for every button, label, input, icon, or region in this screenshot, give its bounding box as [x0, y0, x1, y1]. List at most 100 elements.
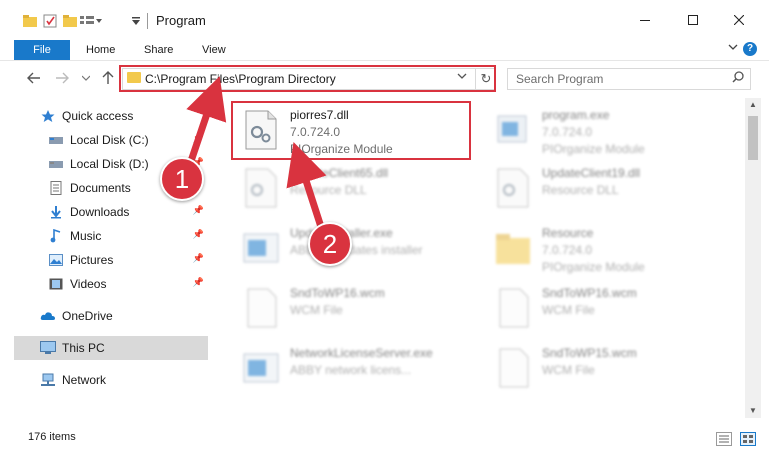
- dll-file-icon: [242, 168, 280, 208]
- pin-icon[interactable]: 📌: [193, 229, 204, 240]
- nav-downloads[interactable]: Downloads 📌: [48, 200, 208, 224]
- file-description: PIOrganize Module: [542, 260, 645, 274]
- close-button[interactable]: [724, 8, 754, 32]
- tab-share[interactable]: Share: [144, 40, 173, 60]
- nav-onedrive[interactable]: OneDrive: [40, 304, 208, 328]
- file-description: ABBY network licens...: [290, 363, 412, 377]
- drive-icon: [48, 156, 64, 172]
- exe-file-icon: [242, 348, 280, 388]
- nav-label: OneDrive: [62, 309, 113, 323]
- nav-music[interactable]: Music 📌: [48, 224, 208, 248]
- status-bar: 176 items: [0, 427, 769, 449]
- nav-quick-access[interactable]: Quick access: [40, 104, 208, 128]
- details-view-icon[interactable]: [716, 432, 732, 446]
- nav-label: Local Disk (C:): [70, 133, 149, 147]
- exe-file-icon: [494, 110, 532, 150]
- blank-file-icon: [494, 348, 532, 388]
- scroll-up-icon[interactable]: ▲: [745, 98, 761, 112]
- music-icon: [48, 228, 64, 244]
- nav-label: Pictures: [70, 253, 114, 267]
- file-tile-updateclient65[interactable]: UpdateClient65.dll Resource DLL: [232, 160, 472, 216]
- file-description: Resource DLL: [290, 183, 367, 197]
- minimize-button[interactable]: [630, 8, 660, 32]
- scroll-thumb[interactable]: [748, 116, 758, 160]
- search-placeholder[interactable]: Search Program: [516, 72, 603, 86]
- file-version: 7.0.724.0: [542, 125, 593, 139]
- pin-icon[interactable]: 📌: [193, 253, 204, 264]
- search-box[interactable]: Search Program: [507, 68, 751, 90]
- file-name: UpdateClient65.dll: [290, 166, 389, 180]
- expand-ribbon-icon[interactable]: [728, 42, 738, 55]
- pin-icon[interactable]: 📌: [193, 277, 204, 288]
- file-tile-sndtowp15[interactable]: SndToWP15.wcm WCM File: [484, 340, 724, 396]
- maximize-button[interactable]: [678, 8, 708, 32]
- help-icon[interactable]: ?: [743, 42, 757, 56]
- file-name: NetworkLicenseServer.exe: [290, 346, 433, 360]
- back-button[interactable]: [24, 69, 44, 87]
- nav-network[interactable]: Network: [40, 368, 208, 392]
- quick-access-dropdown-icon[interactable]: [128, 12, 144, 30]
- file-description: WCM File: [542, 303, 595, 317]
- computer-icon: [40, 340, 56, 356]
- tiles-view-icon[interactable]: [740, 432, 756, 446]
- step-badge-1: 1: [160, 157, 204, 201]
- tab-file[interactable]: File: [14, 40, 70, 60]
- nav-this-pc[interactable]: This PC: [14, 336, 208, 360]
- dll-file-icon: [494, 168, 532, 208]
- file-tile-sndtowp16-b[interactable]: SndToWP16.wcm WCM File: [484, 280, 724, 336]
- nav-label: Quick access: [62, 109, 134, 123]
- blank-file-icon: [494, 288, 532, 328]
- file-tile-program-exe[interactable]: program.exe 7.0.724.0 PIOrganize Module: [484, 102, 724, 158]
- file-name: SndToWP15.wcm: [542, 346, 637, 360]
- step-badge-2: 2: [308, 222, 352, 266]
- title-bar: Program: [0, 0, 769, 40]
- nav-local-disk-c[interactable]: Local Disk (C:) 📌: [48, 128, 208, 152]
- nav-label: Downloads: [70, 205, 130, 219]
- file-description: WCM File: [542, 363, 595, 377]
- file-tile-sndtowp16-a[interactable]: SndToWP16.wcm WCM File: [232, 280, 472, 336]
- item-count: 176 items: [28, 431, 76, 443]
- video-icon: [48, 276, 64, 292]
- file-tile-resource-folder[interactable]: Resource 7.0.724.0 PIOrganize Module: [484, 220, 724, 276]
- recent-locations-icon[interactable]: [76, 69, 96, 87]
- nav-label: Videos: [70, 277, 107, 291]
- file-tile-networklicenseserver[interactable]: NetworkLicenseServer.exe ABBY network li…: [232, 340, 472, 396]
- folder-icon[interactable]: [22, 12, 38, 30]
- pin-icon[interactable]: 📌: [193, 133, 204, 144]
- blank-file-icon: [242, 288, 280, 328]
- title-separator: [147, 13, 148, 29]
- pin-icon[interactable]: 📌: [193, 205, 204, 216]
- properties-icon[interactable]: [42, 12, 58, 30]
- up-button[interactable]: [98, 69, 118, 87]
- drive-icon: [48, 132, 64, 148]
- file-name: UpdateClient19.dll: [542, 166, 641, 180]
- file-version: 7.0.724.0: [542, 243, 593, 257]
- file-description: WCM File: [290, 303, 343, 317]
- nav-label: This PC: [62, 341, 105, 355]
- nav-label: Network: [62, 373, 107, 387]
- cloud-icon: [40, 308, 56, 324]
- tab-view[interactable]: View: [202, 40, 226, 60]
- scroll-down-icon[interactable]: ▼: [745, 404, 761, 418]
- file-tile-updateclient19[interactable]: UpdateClient19.dll Resource DLL: [484, 160, 724, 216]
- nav-videos[interactable]: Videos 📌: [48, 272, 208, 296]
- vertical-scrollbar[interactable]: ▲ ▼: [745, 98, 761, 418]
- file-highlight-box: [231, 101, 471, 160]
- file-name: Resource: [542, 226, 594, 240]
- forward-button[interactable]: [52, 69, 72, 87]
- address-highlight-box: [119, 65, 496, 92]
- tab-home[interactable]: Home: [86, 40, 115, 60]
- new-folder-icon[interactable]: [62, 12, 78, 30]
- nav-label: Music: [70, 229, 102, 243]
- file-name: SndToWP16.wcm: [542, 286, 637, 300]
- nav-label: Documents: [70, 181, 131, 195]
- network-icon: [40, 372, 56, 388]
- customize-toolbar-icon[interactable]: [80, 12, 102, 30]
- file-name: program.exe: [542, 108, 610, 122]
- star-icon: [40, 108, 56, 124]
- file-tile-updateinstaller[interactable]: UpdateInstaller.exe ABBYY Updates instal…: [232, 220, 472, 276]
- nav-pictures[interactable]: Pictures 📌: [48, 248, 208, 272]
- search-icon[interactable]: [732, 71, 744, 86]
- ribbon: File Home Share View ?: [0, 40, 769, 61]
- nav-label: Local Disk (D:): [70, 157, 149, 171]
